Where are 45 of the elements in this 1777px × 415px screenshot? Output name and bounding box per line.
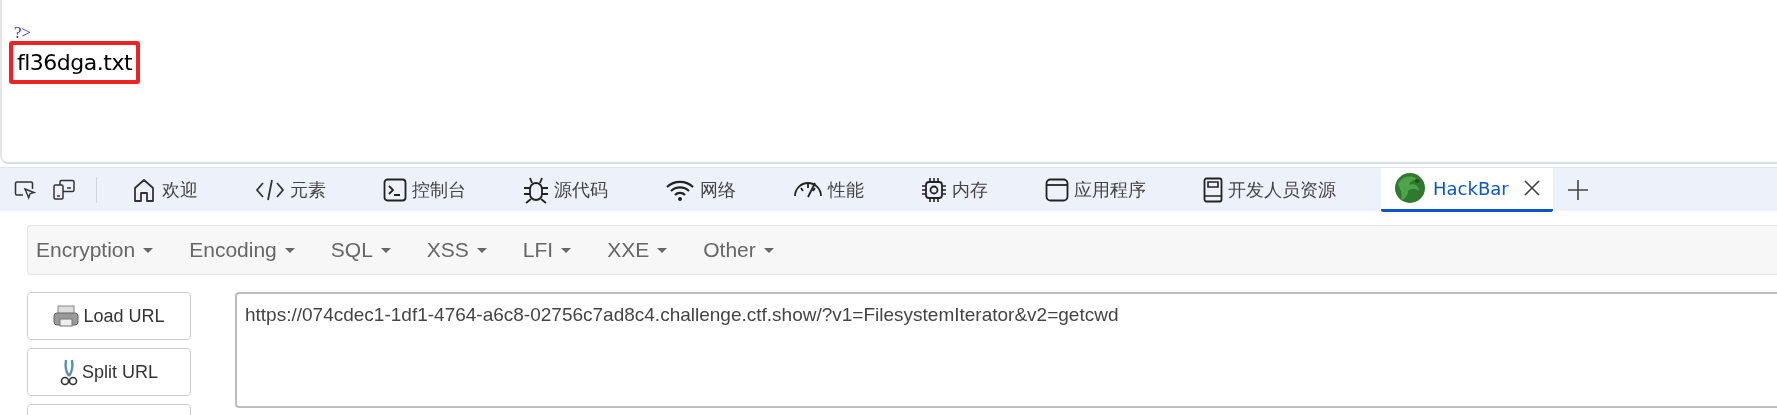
gauge-icon (793, 179, 823, 200)
caret-icon (657, 247, 668, 253)
devtools-tab[interactable]: 欢迎 (119, 167, 210, 212)
caret-icon (284, 247, 295, 253)
close-icon[interactable] (1522, 179, 1541, 197)
menu-dropdown[interactable]: Other (703, 238, 774, 262)
scissors-icon (60, 358, 78, 386)
menu-dropdown[interactable]: XXE (607, 238, 668, 262)
devtools-tab[interactable]: 源代码 (511, 167, 620, 212)
add-tab-icon[interactable] (1566, 178, 1589, 201)
home-icon (131, 176, 157, 203)
inspect-icon[interactable] (14, 179, 36, 200)
output-text: fl36dga.txt (9, 41, 141, 84)
caret-icon (380, 247, 391, 253)
printer-icon (53, 304, 80, 328)
devtools-tab[interactable]: 元素 (243, 167, 338, 212)
devtools-tab[interactable]: 性能 (781, 167, 876, 212)
device-icon[interactable] (52, 178, 76, 201)
console-icon (383, 177, 407, 202)
window-icon (1045, 177, 1069, 202)
devtools-tab[interactable]: 内存 (909, 167, 1000, 212)
devtools-tab[interactable]: 开发人员资源 (1191, 167, 1348, 212)
caret-icon (561, 247, 572, 253)
devtools-tab[interactable]: HackBar (1381, 167, 1553, 212)
url-field[interactable]: https://074cdec1-1df1-4764-a6c8-02756c7ad8c4.challenge.ctf.show/?v1=FilesystemIterator&v2=getcwd (235, 292, 1777, 408)
caret-icon (763, 247, 774, 253)
caret-icon (143, 247, 154, 253)
devtools-tab[interactable]: 网络 (653, 167, 748, 212)
devtools-tab[interactable]: 控制台 (371, 167, 478, 212)
code-text: ?> (13, 24, 33, 41)
caret-icon (476, 247, 487, 253)
menu-dropdown[interactable]: XSS (426, 238, 487, 262)
wifi-icon (665, 178, 695, 201)
menu-dropdown[interactable]: Encryption (36, 238, 154, 262)
code-icon (255, 177, 285, 202)
book-icon (1203, 176, 1223, 203)
devtools-tab[interactable]: 应用程序 (1033, 167, 1158, 212)
hackbar-button[interactable]: Load URL (27, 292, 191, 340)
menu-dropdown[interactable]: LFI (522, 238, 572, 262)
chip-icon (921, 176, 947, 203)
menu-dropdown[interactable]: Encoding (189, 238, 295, 262)
hackbar-logo-icon (1393, 172, 1427, 204)
hackbar-button[interactable]: Split URL (27, 348, 191, 396)
bug-icon (523, 175, 549, 204)
menu-dropdown[interactable]: SQL (330, 238, 391, 262)
